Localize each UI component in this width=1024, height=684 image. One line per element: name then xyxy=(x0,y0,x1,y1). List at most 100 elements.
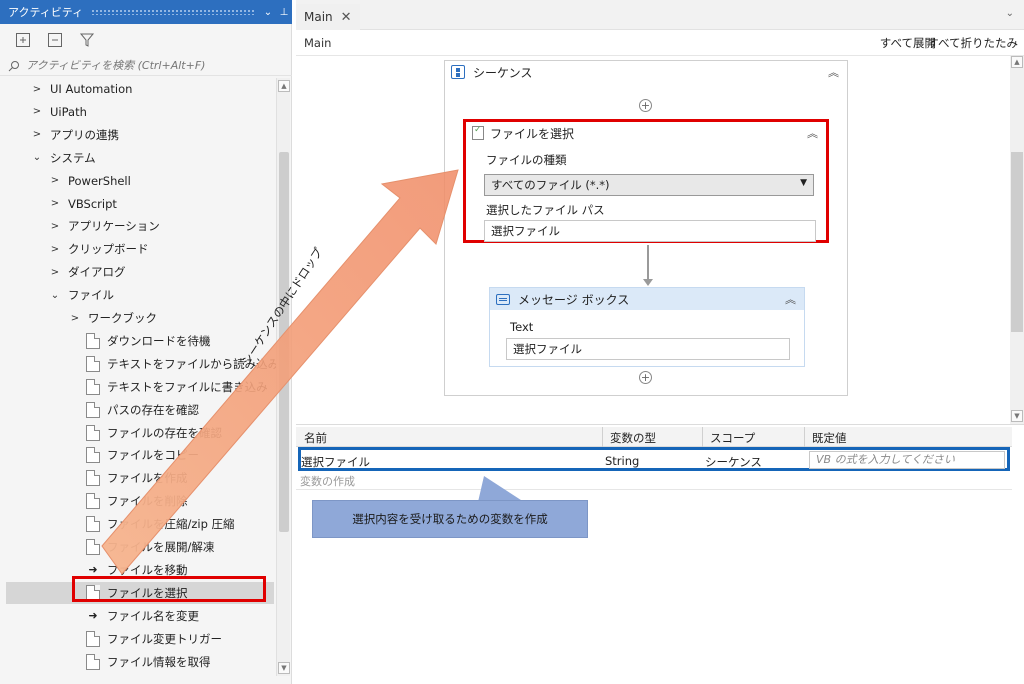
variable-name[interactable]: 選択ファイル xyxy=(301,454,370,470)
file-icon xyxy=(86,470,100,487)
tree-item[interactable]: > UI Automation xyxy=(30,78,133,100)
tree-item[interactable]: ファイル変更トリガー xyxy=(86,628,222,650)
scroll-up-icon[interactable]: ▲ xyxy=(278,80,290,92)
collapse-all-link[interactable]: すべて折りたたみ xyxy=(927,35,1018,51)
tree-item[interactable]: ➜ ファイル名を変更 xyxy=(86,605,199,627)
column-divider[interactable] xyxy=(602,427,603,447)
chevron-right-icon[interactable]: > xyxy=(30,129,44,140)
tree-item[interactable]: ファイルを削除 xyxy=(86,490,188,512)
close-icon[interactable]: ✕ xyxy=(341,10,352,25)
collapse-icon[interactable]: ︽ xyxy=(807,125,818,141)
tree-item-label: パスの存在を確認 xyxy=(107,402,199,417)
scroll-up-icon[interactable]: ▲ xyxy=(1011,56,1023,68)
variable-default-input[interactable]: VB の式を入力してください xyxy=(809,451,1005,469)
scroll-down-icon[interactable]: ▼ xyxy=(278,662,290,674)
variable-row[interactable]: 選択ファイル String シーケンス VB の式を入力してください xyxy=(298,447,1010,471)
sequence-activity[interactable]: シーケンス ︽ + ファイルを選択 ︽ ファイルの種類 すべてのファイル (*.… xyxy=(444,60,848,396)
chevron-right-icon[interactable]: > xyxy=(68,313,82,324)
expand-all-icon[interactable] xyxy=(14,31,32,49)
sequence-header[interactable]: シーケンス ︽ xyxy=(445,61,847,83)
text-input[interactable]: 選択ファイル xyxy=(506,338,790,360)
chevron-down-icon[interactable]: ⌄ xyxy=(30,152,44,163)
chevron-down-icon[interactable]: ⌄ xyxy=(48,290,62,301)
collapse-icon[interactable]: ︽ xyxy=(828,64,839,80)
variable-type[interactable]: String xyxy=(605,454,639,468)
tree-item[interactable]: テキストをファイルに書き込み xyxy=(86,376,268,398)
tree-item-label: ファイル xyxy=(68,288,114,303)
file-icon xyxy=(86,378,100,395)
canvas-scrollbar[interactable]: ▲ ▼ xyxy=(1010,56,1024,424)
filter-icon[interactable] xyxy=(78,31,96,49)
select-file-activity[interactable]: ファイルを選択 ︽ ファイルの種類 すべてのファイル (*.*) ▼ 選択したフ… xyxy=(463,119,829,243)
variable-scope[interactable]: シーケンス xyxy=(705,454,762,470)
tree-item[interactable]: > クリップボード xyxy=(48,238,149,260)
tree-item[interactable]: パスの存在を確認 xyxy=(86,399,199,421)
scroll-down-icon[interactable]: ▼ xyxy=(1011,410,1023,422)
panel-menu-chevron-icon[interactable]: ⌄ xyxy=(260,7,276,18)
select-file-icon xyxy=(472,125,484,140)
chevron-right-icon[interactable]: > xyxy=(48,175,62,186)
tree-item-label: ファイルを作成 xyxy=(107,471,188,486)
tree-item-label: ダイアログ xyxy=(68,265,126,280)
file-icon xyxy=(86,539,100,555)
tree-item[interactable]: > ワークブック xyxy=(68,307,157,329)
chevron-right-icon[interactable]: > xyxy=(48,244,62,255)
breadcrumb[interactable]: Main xyxy=(304,36,331,50)
move-arrow-icon: ➜ xyxy=(88,609,98,623)
create-variable-link[interactable]: 変数の作成 xyxy=(300,473,355,489)
col-default-header[interactable]: 既定値 xyxy=(812,430,847,446)
file-icon xyxy=(86,516,100,533)
add-activity-icon[interactable]: + xyxy=(639,371,652,384)
tree-item-label: ワークブック xyxy=(88,311,157,325)
collapse-all-icon[interactable] xyxy=(46,31,64,49)
select-file-header[interactable]: ファイルを選択 ︽ xyxy=(466,122,826,144)
add-activity-icon[interactable]: + xyxy=(639,99,652,112)
activities-search-input[interactable] xyxy=(26,59,276,72)
tree-item-label: ファイル名を変更 xyxy=(107,608,199,623)
tree-item[interactable]: ⌄ ファイル xyxy=(48,284,114,306)
tab-main[interactable]: Main ✕ xyxy=(296,4,360,30)
col-name-header[interactable]: 名前 xyxy=(304,430,327,446)
column-divider[interactable] xyxy=(804,427,805,447)
column-divider[interactable] xyxy=(702,427,703,447)
chevron-right-icon[interactable]: > xyxy=(48,267,62,278)
chevron-down-icon[interactable]: ⌄ xyxy=(1006,8,1014,19)
tree-item[interactable]: ファイルを展開/解凍 xyxy=(86,536,214,558)
tree-item[interactable]: ダウンロードを待機 xyxy=(86,330,211,352)
scrollbar-thumb[interactable] xyxy=(279,152,289,532)
chevron-right-icon[interactable]: > xyxy=(30,106,44,117)
tree-item[interactable]: ファイルの存在を確認 xyxy=(86,422,222,444)
tree-item[interactable]: > ダイアログ xyxy=(48,261,126,283)
tree-item[interactable]: > VBScript xyxy=(48,193,117,215)
tree-item[interactable]: ファイルを作成 xyxy=(86,467,188,489)
connector-arrow-icon xyxy=(643,279,653,286)
file-type-select[interactable]: すべてのファイル (*.*) ▼ xyxy=(484,174,814,196)
tree-item[interactable]: ファイルをコピー xyxy=(86,444,199,466)
tree-item[interactable]: > アプリの連携 xyxy=(30,124,119,146)
chevron-right-icon[interactable]: > xyxy=(48,221,62,232)
panel-drag-grip[interactable] xyxy=(91,9,254,15)
panel-pin-icon[interactable]: ⊥ xyxy=(276,7,292,18)
activities-scrollbar[interactable]: ▲ ▼ xyxy=(276,78,290,676)
chevron-right-icon[interactable]: > xyxy=(48,198,62,209)
tree-item[interactable]: > PowerShell xyxy=(48,170,131,192)
tree-item[interactable]: ファイルを圧縮/zip 圧縮 xyxy=(86,513,235,535)
tree-item-label: ファイルを削除 xyxy=(107,494,188,509)
tree-item[interactable]: ファイル情報を取得 xyxy=(86,651,211,673)
chevron-right-icon[interactable]: > xyxy=(30,84,44,95)
message-box-activity[interactable]: メッセージ ボックス ︽ Text 選択ファイル xyxy=(489,287,805,367)
message-box-header[interactable]: メッセージ ボックス ︽ xyxy=(490,288,804,310)
designer-canvas[interactable]: シーケンス ︽ + ファイルを選択 ︽ ファイルの種類 すべてのファイル (*.… xyxy=(296,56,1014,424)
tree-item[interactable]: ⌄ システム xyxy=(30,147,96,169)
tree-item[interactable]: > UiPath xyxy=(30,101,87,123)
variables-header: 名前 変数の型 スコープ 既定値 xyxy=(296,427,1012,447)
selected-path-input[interactable]: 選択ファイル xyxy=(484,220,816,242)
file-icon xyxy=(86,332,100,349)
tree-item[interactable]: > アプリケーション xyxy=(48,215,160,237)
file-icon xyxy=(86,355,100,372)
dropdown-arrow-icon[interactable]: ▼ xyxy=(800,178,807,188)
collapse-icon[interactable]: ︽ xyxy=(785,291,796,307)
scrollbar-thumb[interactable] xyxy=(1011,152,1023,332)
col-type-header[interactable]: 変数の型 xyxy=(610,430,656,446)
col-scope-header[interactable]: スコープ xyxy=(710,430,755,446)
